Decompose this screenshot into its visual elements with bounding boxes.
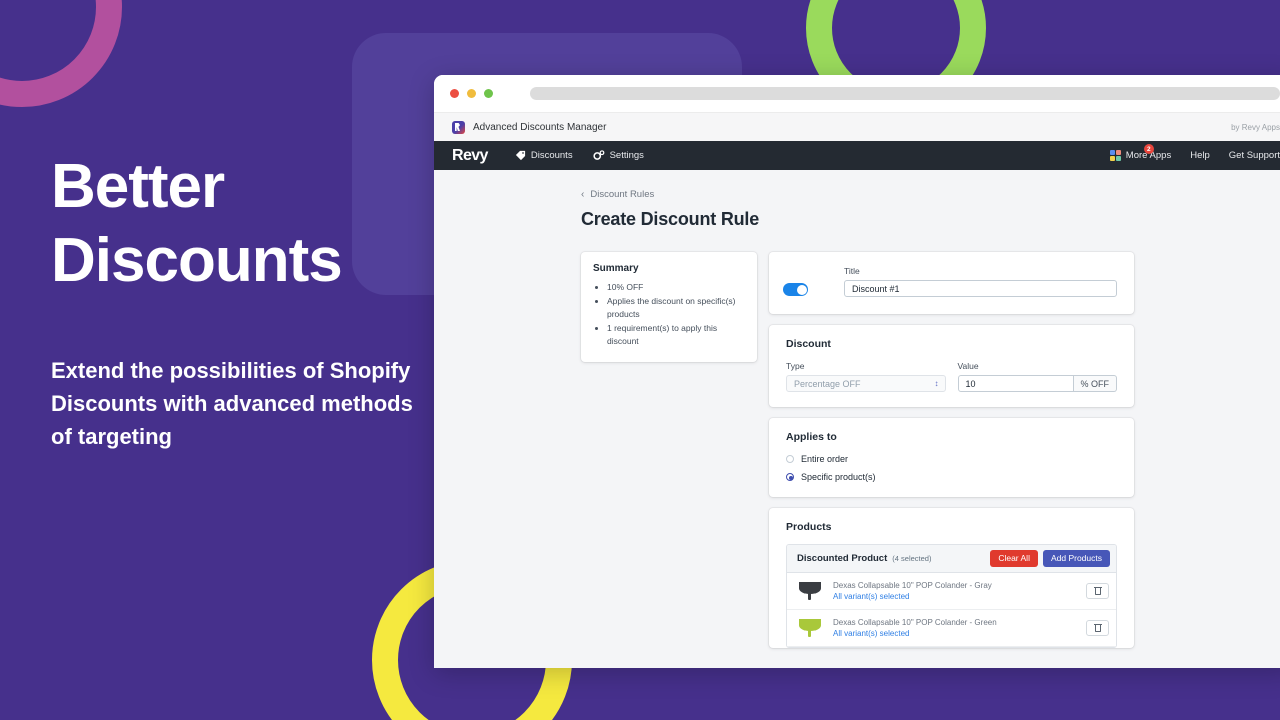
browser-window: Advanced Discounts Manager by Revy Apps … (434, 75, 1280, 668)
product-info: Dexas Collapsable 10" POP Colander - Gre… (833, 618, 1086, 638)
value-label: Value (957, 361, 979, 371)
select-caret-icon: ↕ (934, 378, 939, 388)
title-input[interactable]: Discount #1 (844, 280, 1117, 297)
title-card: Title Discount #1 (769, 252, 1134, 314)
nav-item-discounts[interactable]: Discounts (515, 150, 573, 161)
radio-label-entire-order: Entire order (801, 454, 849, 464)
products-table-title: Discounted Product (797, 552, 888, 564)
products-table: Discounted Product (4 selected) Clear Al… (786, 544, 1117, 648)
value-input-row: 10 % OFF (957, 375, 1117, 392)
app-nav-bar: Revy Discounts Settings More Apps 2 Help… (434, 141, 1280, 170)
browser-chrome-bar (434, 75, 1280, 112)
products-card: Products Discounted Product (4 selected)… (769, 508, 1134, 648)
discount-value-input[interactable]: 10 (957, 375, 1074, 392)
products-table-header: Discounted Product (4 selected) Clear Al… (787, 545, 1116, 573)
summary-column: Summary 10% OFF Applies the discount on … (581, 252, 757, 648)
type-field-group: Type Percentage OFF ↕ (786, 361, 946, 392)
revy-logo[interactable]: Revy (452, 147, 488, 165)
trash-icon (1093, 623, 1102, 632)
form-column: Title Discount #1 Discount Type Percenta… (769, 252, 1134, 648)
products-selected-count: (4 selected) (892, 553, 932, 563)
type-select-wrapper: Percentage OFF ↕ (786, 375, 946, 392)
summary-item: 10% OFF (607, 281, 745, 295)
product-name: Dexas Collapsable 10" POP Colander - Gre… (833, 617, 997, 627)
discount-card: Discount Type Percentage OFF ↕ Value 10 … (769, 325, 1134, 407)
minimize-window-dot[interactable] (467, 89, 476, 98)
breadcrumb-label: Discount Rules (590, 189, 655, 200)
value-field-group: Value 10 % OFF (957, 361, 1117, 392)
page-content: ‹ Discount Rules Create Discount Rule Su… (434, 189, 1280, 648)
close-window-dot[interactable] (450, 89, 459, 98)
product-variants-link[interactable]: All variant(s) selected (833, 592, 1086, 601)
breadcrumb[interactable]: ‹ Discount Rules (581, 189, 1280, 200)
tag-icon (515, 150, 525, 161)
table-row: Dexas Collapsable 10" POP Colander - Gra… (787, 572, 1116, 610)
radio-icon-entire-order (786, 455, 794, 463)
add-products-button[interactable]: Add Products (1042, 550, 1110, 567)
type-label: Type (786, 361, 805, 371)
radio-icon-specific-products (786, 473, 794, 481)
radio-label-specific-products: Specific product(s) (801, 472, 876, 482)
nav-item-settings-label: Settings (609, 150, 644, 161)
radio-specific-products[interactable]: Specific product(s) (786, 472, 1117, 482)
delete-product-button[interactable] (1086, 619, 1109, 636)
app-publisher: by Revy Apps (1231, 122, 1280, 132)
radio-entire-order[interactable]: Entire order (786, 454, 1117, 464)
address-bar[interactable] (530, 87, 1280, 100)
discount-fields: Type Percentage OFF ↕ Value 10 % OFF (786, 361, 1117, 392)
page-title: Create Discount Rule (581, 209, 760, 229)
gears-icon (592, 150, 604, 160)
promo-title-line-2: Discounts (51, 226, 343, 295)
promo-title: Better Discounts (51, 150, 421, 298)
rule-enabled-toggle[interactable] (783, 283, 808, 296)
content-columns: Summary 10% OFF Applies the discount on … (581, 252, 1280, 648)
apps-grid-icon (1109, 150, 1121, 161)
nav-item-discounts-label: Discounts (530, 150, 573, 161)
summary-item: Applies the discount on specific(s) prod… (607, 295, 745, 322)
nav-item-settings[interactable]: Settings (592, 150, 644, 161)
applies-to-card: Applies to Entire order Specific product… (769, 418, 1134, 497)
summary-heading: Summary (593, 263, 639, 274)
product-info: Dexas Collapsable 10" POP Colander - Gra… (833, 581, 1086, 601)
value-suffix-label: % OFF (1073, 375, 1117, 392)
chevron-left-icon: ‹ (581, 188, 585, 200)
more-apps-button[interactable]: More Apps 2 (1109, 144, 1171, 161)
app-logo-icon (452, 120, 465, 134)
table-row: Dexas Collapsable 10" POP Colander - Gre… (787, 609, 1116, 647)
discount-heading: Discount (786, 338, 831, 350)
clear-all-button[interactable]: Clear All (990, 550, 1038, 567)
promo-subtitle: Extend the possibilities of Shopify Disc… (51, 358, 413, 449)
app-page: ‹ Discount Rules Create Discount Rule Su… (434, 170, 1280, 668)
app-title: Advanced Discounts Manager (473, 121, 607, 133)
product-thumbnail (797, 580, 823, 602)
delete-product-button[interactable] (1086, 582, 1109, 599)
applies-to-heading: Applies to (786, 431, 837, 443)
pink-ring-decoration (0, 0, 122, 107)
product-thumbnail (797, 617, 823, 639)
summary-card: Summary 10% OFF Applies the discount on … (581, 252, 757, 362)
app-header-bar: Advanced Discounts Manager by Revy Apps (434, 112, 1280, 141)
maximize-window-dot[interactable] (484, 89, 493, 98)
title-field-group: Title Discount #1 (844, 266, 1117, 297)
discount-type-select[interactable]: Percentage OFF (786, 375, 946, 392)
promo-title-line-1: Better (51, 152, 225, 221)
more-apps-badge: 2 (1143, 144, 1154, 154)
help-link[interactable]: Help (1190, 150, 1210, 161)
trash-icon (1093, 586, 1102, 595)
product-variants-link[interactable]: All variant(s) selected (833, 629, 1086, 638)
product-name: Dexas Collapsable 10" POP Colander - Gra… (833, 580, 992, 590)
nav-right-group: More Apps 2 Help Get Support (1109, 144, 1280, 161)
summary-item: 1 requirement(s) to apply this discount (607, 322, 745, 349)
get-support-link[interactable]: Get Support (1229, 150, 1280, 161)
products-heading: Products (786, 521, 832, 533)
promo-panel: Better Discounts Extend the possibilitie… (51, 150, 421, 453)
summary-list: 10% OFF Applies the discount on specific… (607, 281, 745, 349)
title-label: Title (844, 266, 860, 276)
